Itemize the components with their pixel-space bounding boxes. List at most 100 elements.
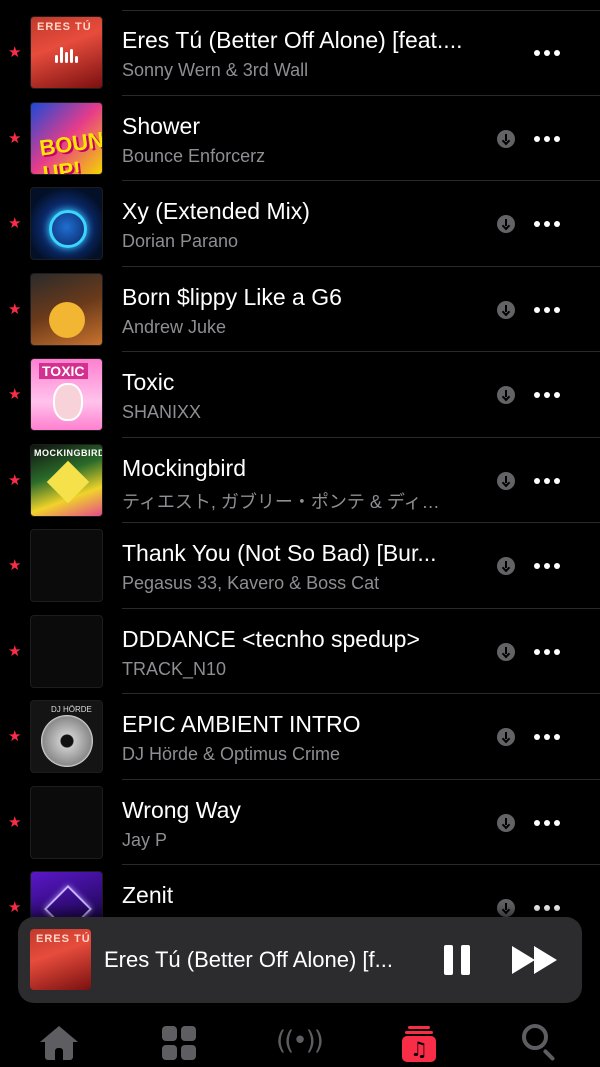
tab-bar: ((•)) ♫ bbox=[0, 1010, 600, 1067]
album-art bbox=[30, 187, 103, 260]
more-icon[interactable] bbox=[534, 905, 562, 911]
favorite-star-icon: ★ bbox=[8, 129, 22, 147]
song-title: Xy (Extended Mix) bbox=[122, 198, 310, 224]
song-row[interactable]: ★ Born $lippy Like a G6 Andrew Juke bbox=[0, 267, 600, 352]
song-artist: DJ Hörde & Optimus Crime bbox=[122, 744, 341, 764]
download-icon[interactable] bbox=[497, 129, 515, 148]
song-title: Zenit bbox=[122, 882, 174, 908]
more-icon[interactable] bbox=[534, 819, 562, 826]
favorite-star-icon: ★ bbox=[8, 642, 22, 660]
song-title: Wrong Way bbox=[122, 796, 241, 823]
tab-home[interactable] bbox=[35, 1018, 85, 1062]
search-icon bbox=[522, 1024, 548, 1050]
more-icon[interactable] bbox=[534, 306, 562, 313]
album-art-ring bbox=[49, 210, 87, 248]
download-icon[interactable] bbox=[497, 386, 515, 404]
more-icon[interactable] bbox=[534, 477, 562, 484]
album-art bbox=[30, 272, 103, 346]
song-row[interactable]: ★ Xy (Extended Mix) Dorian Parano bbox=[0, 181, 600, 267]
album-art-figure bbox=[53, 383, 83, 421]
song-row[interactable]: ★ Wrong Way Jay P bbox=[0, 780, 600, 865]
song-artist: Bounce Enforcerz bbox=[122, 145, 266, 166]
favorite-star-icon: ★ bbox=[8, 44, 22, 61]
tab-radio[interactable]: ((•)) bbox=[274, 1018, 324, 1062]
download-icon[interactable] bbox=[497, 300, 515, 319]
song-artist: Pegasus 33, Kavero & Boss Cat bbox=[122, 573, 380, 593]
favorite-star-icon: ★ bbox=[8, 813, 22, 831]
download-icon[interactable] bbox=[497, 557, 515, 575]
download-icon[interactable] bbox=[497, 813, 515, 832]
pause-icon[interactable] bbox=[444, 945, 472, 975]
download-icon[interactable] bbox=[497, 471, 515, 490]
more-icon[interactable] bbox=[534, 648, 562, 655]
song-artist: Jay P bbox=[122, 829, 168, 850]
album-art: TOXIC bbox=[30, 358, 103, 431]
song-title: Toxic bbox=[122, 369, 175, 395]
song-row[interactable]: ★ DDDANCE <tecnho spedup> TRACK_N10 bbox=[0, 609, 600, 694]
song-row[interactable]: ★ Thank You (Not So Bad) [Bur... Pegasus… bbox=[0, 523, 600, 609]
song-artist: Andrew Juke bbox=[122, 316, 227, 337]
album-art-figure bbox=[49, 301, 85, 338]
favorite-star-icon: ★ bbox=[8, 300, 22, 318]
album-art: MOCKINGBIRD bbox=[30, 443, 103, 517]
album-art: ERES TÚ bbox=[30, 16, 103, 89]
favorite-star-icon: ★ bbox=[8, 728, 22, 745]
song-row[interactable]: ★ MOCKINGBIRD Mockingbird ティエスト, ガブリー・ポン… bbox=[0, 438, 600, 523]
tab-library[interactable]: ♫ bbox=[394, 1018, 444, 1062]
mini-player-title: Eres Tú (Better Off Alone) [f... bbox=[104, 947, 393, 972]
song-artist: TRACK_N10 bbox=[122, 658, 227, 679]
song-artist: Sonny Wern & 3rd Wall bbox=[122, 60, 309, 80]
album-art-label: DJ HÖRDE bbox=[51, 705, 92, 714]
song-title: DDDANCE <tecnho spedup> bbox=[122, 625, 420, 652]
favorite-star-icon: ★ bbox=[8, 471, 22, 489]
song-title: Eres Tú (Better Off Alone) [feat.... bbox=[122, 27, 463, 53]
album-art-label: ERES TÚ bbox=[36, 933, 91, 945]
more-icon[interactable] bbox=[534, 135, 562, 142]
album-art-label: TOXIC bbox=[39, 363, 88, 379]
download-icon[interactable] bbox=[497, 899, 515, 917]
grid-icon bbox=[162, 1026, 196, 1060]
song-artist: ティエスト, ガブリー・ポンテ & ディ… bbox=[122, 491, 440, 512]
album-art-figure bbox=[46, 460, 90, 503]
favorite-star-icon: ★ bbox=[8, 386, 22, 403]
now-playing-icon bbox=[55, 47, 79, 63]
more-icon[interactable] bbox=[534, 734, 562, 740]
more-icon[interactable] bbox=[534, 563, 562, 569]
song-row[interactable]: ★ TOXIC Toxic SHANIXX bbox=[0, 352, 600, 438]
album-art: BOUNCE UP! bbox=[30, 101, 103, 175]
more-icon[interactable] bbox=[534, 392, 562, 398]
mini-player-artwork: ERES TÚ bbox=[30, 929, 91, 990]
song-title: EPIC AMBIENT INTRO bbox=[122, 711, 361, 737]
radio-icon: ((•)) bbox=[276, 1026, 324, 1056]
library-icon: ♫ bbox=[402, 1026, 436, 1062]
album-art-placeholder bbox=[30, 529, 103, 602]
favorite-star-icon: ★ bbox=[8, 557, 22, 574]
music-note-icon: ♫ bbox=[402, 1036, 436, 1062]
song-artist: Dorian Parano bbox=[122, 231, 239, 251]
home-icon bbox=[40, 1026, 78, 1060]
song-title: Mockingbird bbox=[122, 454, 246, 481]
favorite-star-icon: ★ bbox=[8, 899, 22, 916]
tab-browse[interactable] bbox=[154, 1018, 204, 1062]
album-art-label: BOUNCE UP! bbox=[37, 122, 103, 175]
download-icon[interactable] bbox=[497, 215, 515, 233]
song-row[interactable]: ★ ERES TÚ Eres Tú (Better Off Alone) [fe… bbox=[0, 10, 600, 96]
favorite-star-icon: ★ bbox=[8, 215, 22, 232]
download-icon[interactable] bbox=[497, 642, 515, 661]
album-art-label: ERES TÚ bbox=[37, 21, 92, 33]
skip-forward-icon[interactable] bbox=[512, 946, 558, 974]
song-title: Born $lippy Like a G6 bbox=[122, 283, 342, 310]
more-icon[interactable] bbox=[534, 221, 562, 227]
song-list: ★ ERES TÚ Eres Tú (Better Off Alone) [fe… bbox=[0, 10, 600, 951]
tab-search[interactable] bbox=[514, 1018, 564, 1062]
song-row[interactable]: ★ BOUNCE UP! Shower Bounce Enforcerz bbox=[0, 96, 600, 181]
download-icon[interactable] bbox=[497, 728, 515, 746]
song-row[interactable]: ★ DJ HÖRDE EPIC AMBIENT INTRO DJ Hörde &… bbox=[0, 694, 600, 780]
album-art-label: MOCKINGBIRD bbox=[34, 447, 103, 458]
more-icon[interactable] bbox=[534, 50, 562, 56]
album-art-placeholder bbox=[30, 614, 103, 688]
cd-disc-figure bbox=[41, 715, 93, 767]
mini-player[interactable]: ERES TÚ Eres Tú (Better Off Alone) [f... bbox=[18, 917, 582, 1003]
album-art: DJ HÖRDE bbox=[30, 700, 103, 773]
song-artist: SHANIXX bbox=[122, 402, 202, 422]
